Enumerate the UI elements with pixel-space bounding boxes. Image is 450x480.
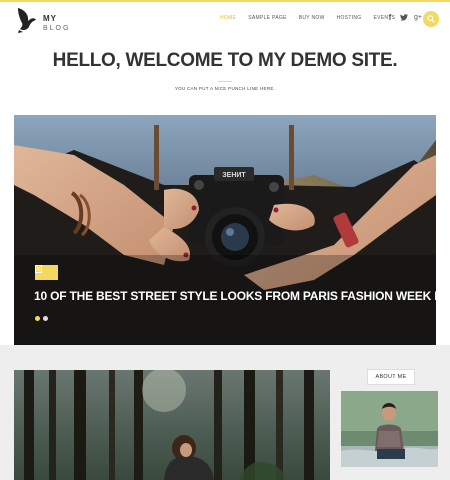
title-divider (218, 81, 232, 82)
twitter-icon[interactable] (400, 12, 408, 22)
nav-item-hosting[interactable]: HOSTING (337, 15, 362, 21)
post-format-badge (35, 265, 58, 280)
forest-photo (14, 370, 330, 480)
top-accent-bar (0, 0, 450, 2)
nav-item-buy-now[interactable]: BUY NOW (299, 15, 325, 21)
post-thumbnail-forest[interactable] (14, 370, 330, 480)
featured-slider[interactable]: ЗЕНИТ 10 OF THE BEST STREET STYLE LOOKS … (14, 115, 436, 345)
nav-item-home[interactable]: HOME (220, 15, 236, 21)
slider-dot-1[interactable] (35, 316, 40, 321)
slider-pagination (35, 316, 48, 321)
logo-bird-icon (18, 8, 36, 33)
site-tagline: YOU CAN PUT A NICE PUNCH LINE HERE. (174, 86, 276, 91)
slide-title-link[interactable]: 10 OF THE BEST STREET STYLE LOOKS FROM P… (34, 289, 436, 303)
camera-brand: ЗЕНИТ (222, 172, 246, 179)
slide-image-camera: ЗЕНИТ (14, 115, 436, 345)
site-logo[interactable]: MY BLOG (15, 6, 75, 36)
logo-text-blog: BLOG (43, 25, 71, 32)
main-nav: HOME SAMPLE PAGE BUY NOW HOSTING EVENTS (220, 15, 407, 21)
nav-item-sample-page[interactable]: SAMPLE PAGE (248, 15, 287, 21)
document-icon (35, 265, 42, 273)
about-me-widget-title: ABOUT ME (367, 369, 415, 385)
search-button[interactable] (423, 11, 439, 27)
about-me-photo[interactable] (341, 391, 438, 467)
logo-text-my: MY (43, 14, 57, 23)
site-title: HELLO, WELCOME TO MY DEMO SITE. (52, 50, 398, 71)
google-plus-icon[interactable]: g+ (414, 12, 422, 22)
search-icon (427, 15, 435, 23)
author-photo (341, 391, 438, 467)
slider-dot-2[interactable] (43, 316, 48, 321)
social-links: f g+ (386, 12, 422, 22)
facebook-icon[interactable]: f (386, 12, 394, 22)
